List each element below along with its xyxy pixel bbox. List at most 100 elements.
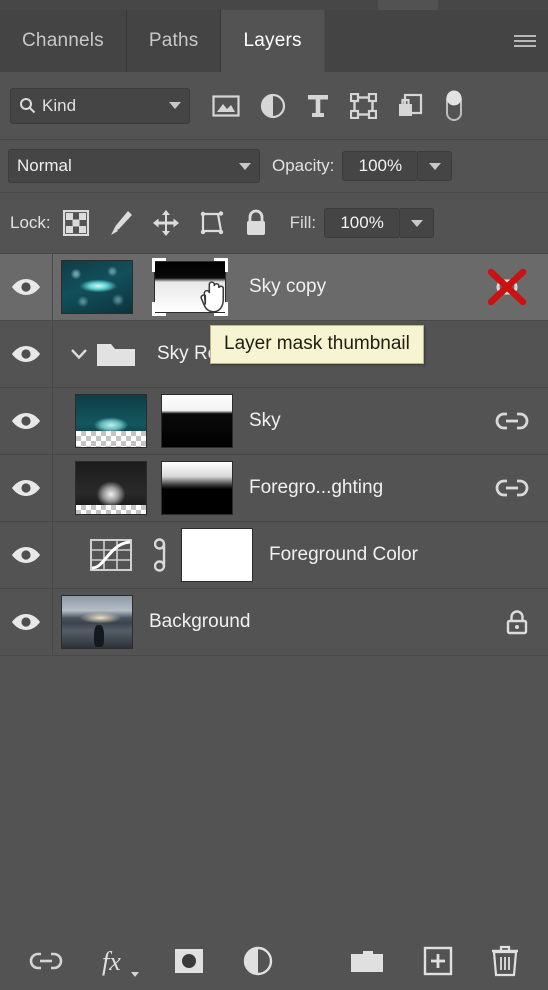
window-top-strip [0,0,548,10]
background-photo-thumbnail[interactable] [61,595,133,649]
bottom-toolbar: fx [0,932,548,990]
layer-row-right [494,477,530,499]
mask-selection-corner [152,302,166,316]
blend-mode-value: Normal [17,156,72,175]
transparency-checker [76,504,146,514]
layer-row-body: Background [53,589,548,655]
adjustment-layer-filter-icon[interactable] [260,93,286,119]
opacity-stepper-button[interactable] [418,151,453,181]
shape-layer-filter-icon[interactable] [350,92,377,119]
blend-mode-select[interactable]: Normal [8,149,260,183]
galaxy-thumbnail[interactable] [61,260,133,314]
opacity-label: Opacity: [272,156,335,175]
lock-transparent-pixels-icon[interactable] [62,210,89,236]
layer-row-right [504,608,530,636]
eye-icon [12,480,40,496]
table-row[interactable]: Foregro...ghting [0,455,548,522]
layer-name: Foregro...ghting [249,477,384,498]
table-row[interactable]: Sky [0,388,548,455]
layer-visibility-toggle[interactable] [0,589,53,655]
new-adjustment-layer-icon[interactable] [243,946,273,976]
lock-artboard-nesting-icon[interactable] [198,209,226,237]
svg-text:fx: fx [102,947,121,976]
lock-all-icon[interactable] [244,209,268,237]
chevron-down-icon [71,349,87,360]
white-mask-thumbnail[interactable] [181,528,253,582]
opacity-control: 100% [334,151,453,181]
layer-list: Sky copy Sky Re Sky Foregro...ghting For… [0,254,548,660]
lock-label: Lock: [10,213,51,232]
table-row[interactable]: Background [0,589,548,656]
new-layer-icon[interactable] [423,946,453,976]
link-icon[interactable] [494,477,530,499]
tab-bar-spacer [325,10,502,72]
tab-paths-label: Paths [148,30,199,51]
curves-adjustment-icon[interactable] [75,538,147,572]
sky-thumbnail[interactable] [75,394,147,448]
layer-visibility-toggle[interactable] [0,522,53,588]
panel-tab-bar: Channels Paths Layers [0,10,548,72]
layers-panel: Channels Paths Layers Kind Normal Opacit… [0,0,548,990]
chevron-down-icon [239,162,251,170]
link-layers-icon[interactable] [29,951,63,971]
link-icon[interactable] [494,410,530,432]
table-row[interactable]: Sky copy [0,254,548,321]
filter-kind-label: Kind [42,95,77,115]
eye-icon [12,413,40,429]
add-layer-mask-icon[interactable] [173,947,205,975]
blend-mode-row: Normal Opacity: 100% [0,140,548,193]
eye-icon [12,614,40,630]
layer-visibility-toggle[interactable] [0,321,53,387]
layer-name: Sky copy [249,276,327,297]
broken-link-icon[interactable] [484,267,530,307]
fill-input[interactable]: 100% [324,208,401,238]
tab-channels-label: Channels [22,30,104,51]
fill-control: 100% [316,208,435,238]
layer-visibility-toggle[interactable] [0,254,53,320]
layer-name: Sky [249,410,281,431]
tooltip: Layer mask thumbnail [210,325,424,364]
layer-mask-thumbnail[interactable] [161,461,233,515]
layer-mask-thumbnail[interactable] [161,394,233,448]
layer-style-fx-icon[interactable]: fx [101,946,139,977]
chevron-down-icon [428,162,441,170]
panel-menu-button[interactable] [502,10,548,72]
fill-stepper-button[interactable] [400,208,435,238]
chevron-down-icon [131,972,139,977]
tab-paths[interactable]: Paths [127,10,222,72]
table-row[interactable]: Foreground Color [0,522,548,589]
filter-toggle-switch[interactable] [443,89,465,123]
smart-object-filter-icon[interactable] [397,93,423,119]
layer-row-body: Foregro...ghting [53,455,548,521]
new-group-icon[interactable] [349,947,385,975]
type-layer-filter-icon[interactable] [306,93,330,119]
lock-position-icon[interactable] [152,209,180,237]
layer-row-right [494,410,530,432]
top-strip-highlight [378,0,438,10]
mask-selection-corner [214,258,228,272]
layer-row-body: Sky [53,388,548,454]
layer-mask-thumbnail[interactable] [147,254,233,320]
filter-kind-select[interactable]: Kind [10,87,190,124]
layer-visibility-toggle[interactable] [0,455,53,521]
eye-icon [12,346,40,362]
layer-visibility-toggle[interactable] [0,388,53,454]
hamburger-menu-icon [514,32,536,50]
group-expand-toggle[interactable] [69,344,89,364]
foreground-lighting-thumbnail[interactable] [75,461,147,515]
pixel-layer-filter-icon[interactable] [212,94,240,118]
filter-row: Kind [0,72,548,140]
layer-name: Background [149,611,251,632]
tab-layers[interactable]: Layers [221,10,325,72]
eye-icon [12,279,40,295]
tab-layers-label: Layers [243,30,302,51]
opacity-input[interactable]: 100% [342,151,419,181]
layer-row-body: Foreground Color [53,522,548,588]
search-icon [19,97,36,114]
lock-row: Lock: Fill: 100% [0,193,548,254]
layer-name: Foreground Color [269,544,418,565]
lock-image-pixels-icon[interactable] [107,209,134,237]
mask-link-icon[interactable] [147,538,181,572]
tab-channels[interactable]: Channels [0,10,127,72]
delete-layer-icon[interactable] [491,945,519,977]
